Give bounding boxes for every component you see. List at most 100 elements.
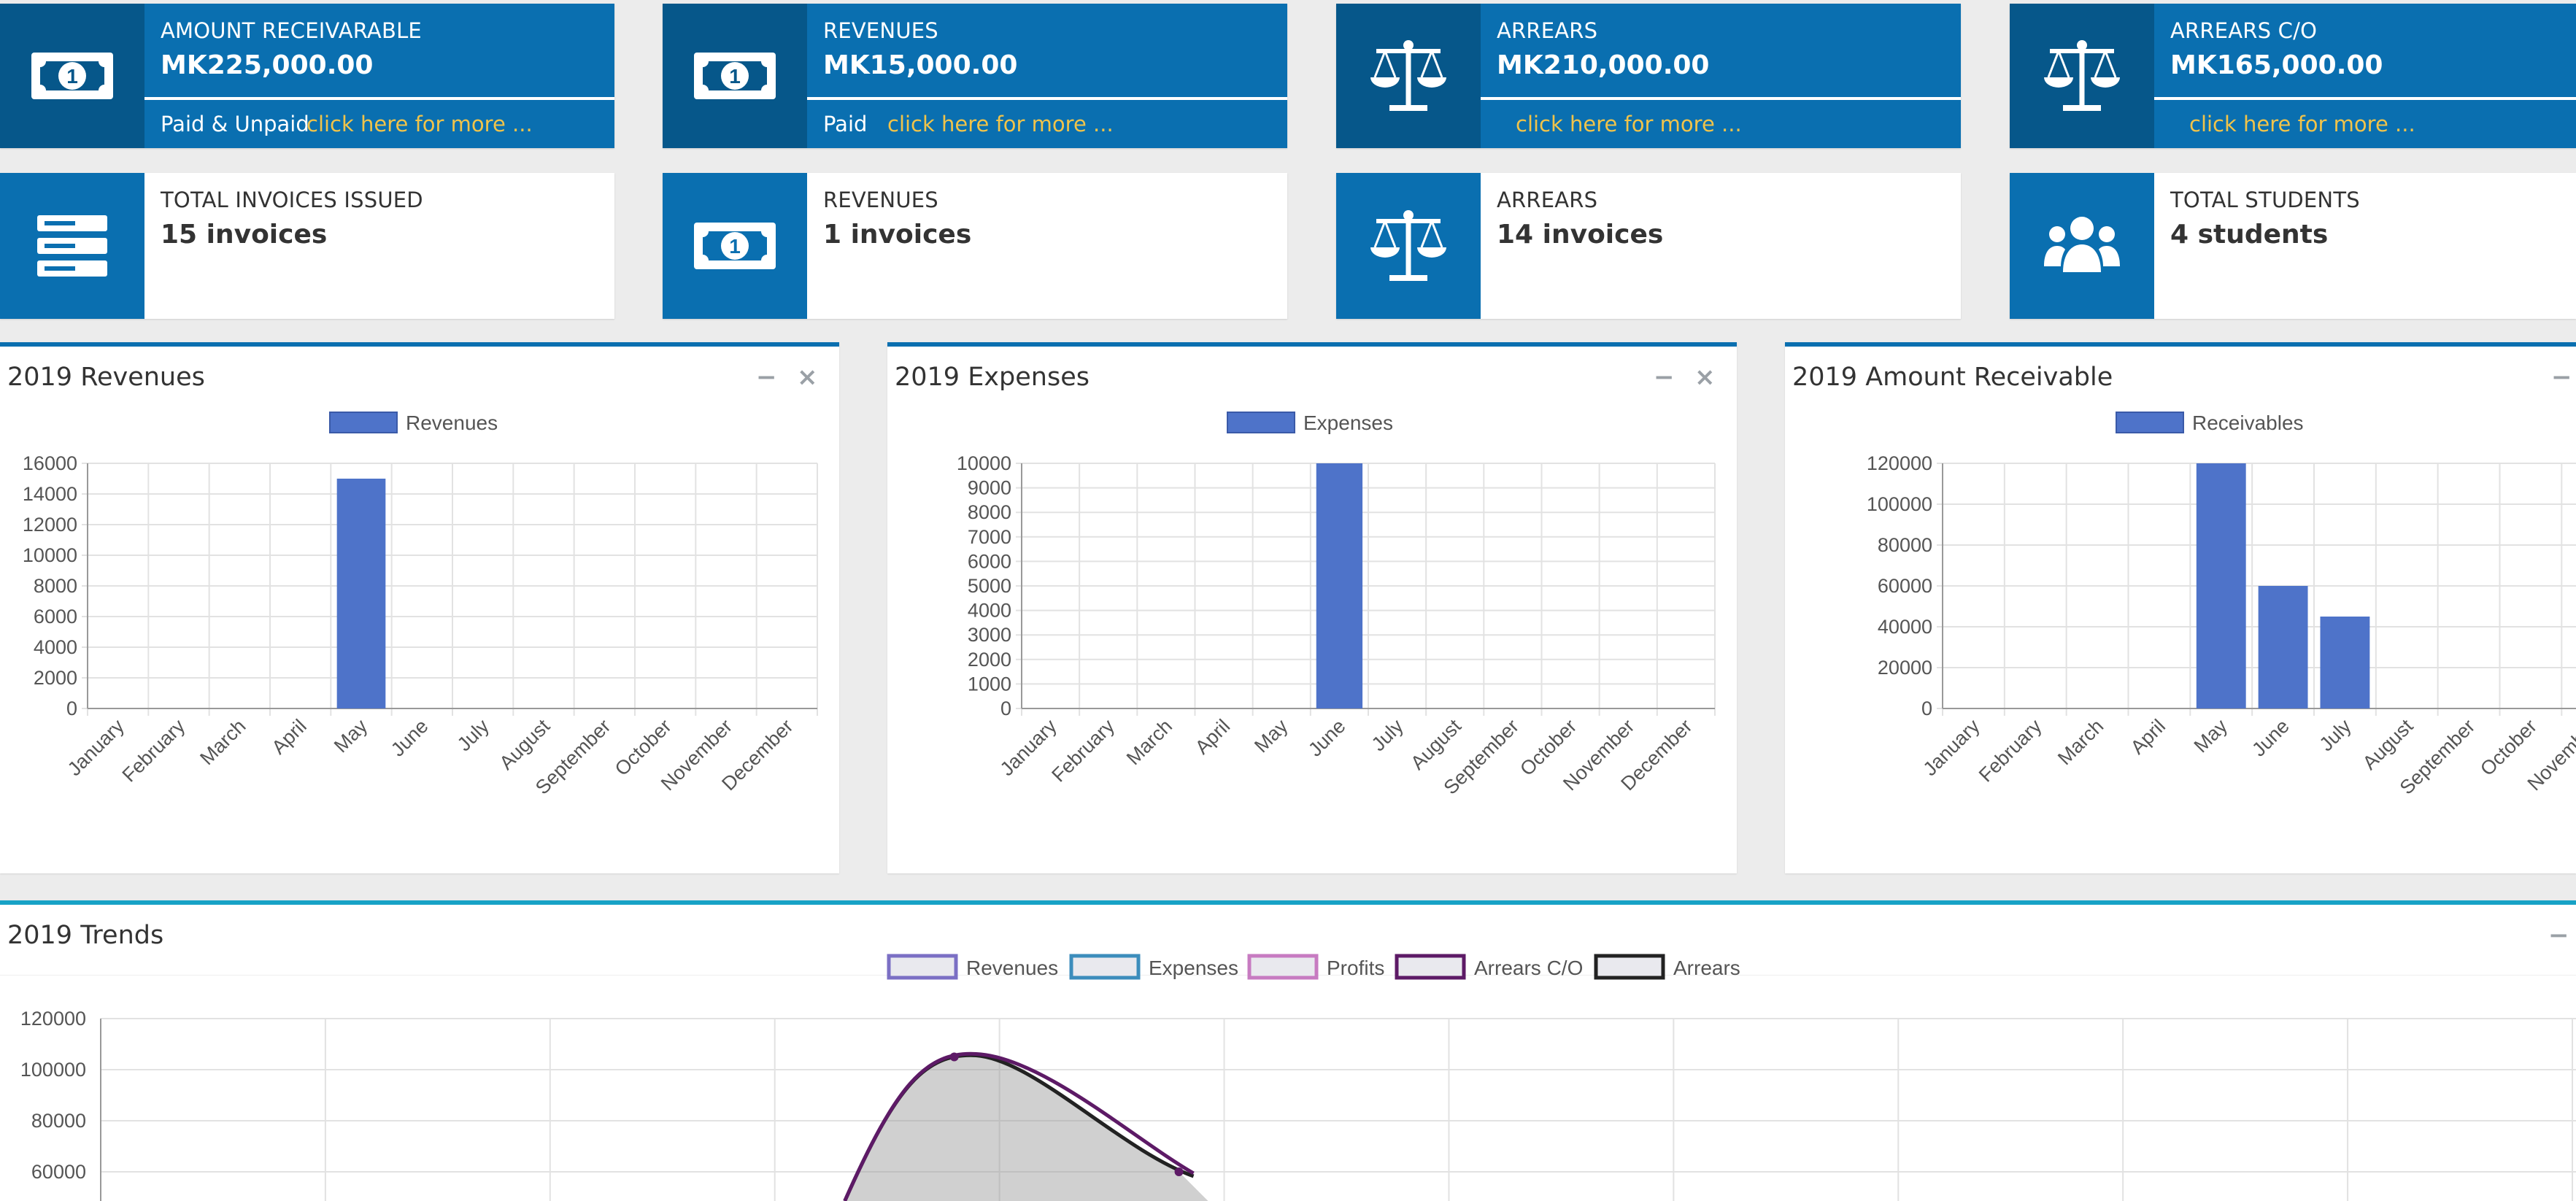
x-tick-label: May: [330, 715, 372, 757]
y-tick-label: 10000: [957, 452, 1011, 474]
info-box-value: 15 invoices: [161, 220, 328, 250]
y-tick-label: 12000: [23, 514, 77, 536]
bar-may: [2196, 463, 2246, 708]
svg-text:1: 1: [729, 235, 741, 258]
expenses-bar-chart: 0 10002000 30004000 5000 60007000 80009000 100…: [957, 412, 1716, 799]
panel-title: 2019 Revenues: [7, 363, 205, 392]
panel-title: 2019 Expenses: [895, 363, 1090, 392]
minimize-button[interactable]: −: [2548, 921, 2569, 950]
y-tick-label: 120000: [1867, 452, 1932, 474]
x-tick-label: April: [2126, 715, 2170, 758]
info-box-arrears: ARREARS MK210,000.00 click here for more…: [1336, 4, 1961, 148]
y-tick-label: 6000: [968, 550, 1011, 572]
y-tick-label: 60000: [31, 1161, 86, 1183]
x-tick-label: February: [118, 715, 190, 787]
x-tick-label: March: [196, 715, 250, 769]
y-tick-label: 120000: [20, 1008, 86, 1030]
more-info-link[interactable]: click here for more ...: [306, 112, 533, 136]
info-box-revenues: 1 REVENUES MK15,000.00 Paid click here f…: [663, 4, 1287, 148]
legend-swatch: [1395, 954, 1466, 980]
y-tick-label: 6000: [34, 606, 77, 627]
minimize-button[interactable]: −: [1654, 363, 1675, 392]
info-box-value: MK15,000.00: [823, 50, 1018, 80]
legend-label: Arrears C/O: [1474, 957, 1583, 979]
legend-swatch: [1247, 954, 1319, 980]
info-box-value: 1 invoices: [823, 220, 972, 250]
legend-label: Revenues: [966, 957, 1058, 979]
y-tick-label: 3000: [968, 624, 1011, 646]
x-tick-label: May: [1250, 715, 1292, 757]
x-tick-label: July: [453, 715, 494, 756]
y-tick-label: 1000: [968, 673, 1011, 695]
info-box-arrears-co: ARREARS C/O MK165,000.00 click here for …: [2010, 4, 2576, 148]
minimize-button[interactable]: −: [756, 363, 777, 392]
legend-swatch: [2116, 412, 2184, 433]
bar-june: [2258, 586, 2308, 708]
info-box-label: REVENUES: [823, 18, 938, 43]
info-box-label: TOTAL STUDENTS: [2170, 188, 2360, 212]
legend-swatch: [1069, 954, 1141, 980]
more-info-link[interactable]: click here for more ...: [1516, 112, 1742, 136]
x-tick-label: February: [1047, 715, 1119, 787]
info-box-label: ARREARS: [1497, 188, 1598, 212]
y-tick-label: 16000: [23, 452, 77, 474]
y-tick-label: 0: [1000, 698, 1011, 719]
panel-expenses: 2019 Expenses − × 0 1000 2000 3000 4000 5000 6…: [887, 342, 1737, 873]
legend-swatch: [1227, 412, 1295, 433]
panel-title: 2019 Amount Receivable: [1792, 363, 2113, 392]
panel-revenues: 2019 Revenues − × 0 2000 4000 6000 8000 10000…: [0, 342, 839, 873]
x-tick-label: July: [2315, 715, 2356, 756]
x-tick-label: April: [268, 715, 311, 758]
legend-label: Expenses: [1149, 957, 1238, 979]
divider: [2154, 97, 2576, 100]
close-button[interactable]: ×: [1694, 363, 1716, 392]
bar-july: [2320, 617, 2370, 708]
x-tick-label: March: [1122, 715, 1176, 769]
y-tick-label: 20000: [1878, 657, 1932, 679]
info-box-label: REVENUES: [823, 188, 938, 212]
y-tick-label: 10000: [23, 544, 77, 566]
legend-swatch: [329, 412, 398, 433]
bar-may: [336, 479, 386, 708]
y-tick-label: 2000: [34, 667, 77, 689]
more-info-link[interactable]: click here for more ...: [887, 112, 1114, 136]
balance-scale-icon: [1336, 4, 1481, 148]
y-tick-label: 9000: [968, 477, 1011, 499]
users-icon: [2010, 173, 2154, 319]
more-info-link[interactable]: click here for more ...: [2189, 112, 2415, 136]
legend-label: Arrears: [1673, 957, 1740, 979]
x-tick-label: June: [1304, 715, 1350, 761]
money-icon: 1: [0, 4, 144, 148]
x-tick-label: August: [495, 715, 555, 774]
y-tick-label: 60000: [1878, 575, 1932, 597]
y-tick-label: 14000: [23, 483, 77, 505]
x-tick-label: March: [2054, 715, 2108, 769]
x-tick-label: June: [2248, 715, 2294, 761]
info-box-label: ARREARS: [1497, 18, 1598, 43]
minimize-button[interactable]: −: [2551, 363, 2572, 392]
info-box-value: 4 students: [2170, 220, 2329, 250]
info-box-total-students: TOTAL STUDENTS 4 students: [2010, 173, 2576, 319]
trends-line-chart: Revenues Expenses Profits Arrears C/O Arrear…: [20, 954, 2576, 1201]
y-tick-label: 100000: [1867, 493, 1932, 515]
legend-label: Expenses: [1303, 412, 1393, 434]
balance-scale-icon: [2010, 4, 2154, 148]
info-box-value: MK210,000.00: [1497, 50, 1710, 80]
x-tick-label: February: [1975, 715, 2046, 787]
server-list-icon: [0, 173, 144, 319]
close-button[interactable]: ×: [797, 363, 818, 392]
y-tick-label: 80000: [1878, 534, 1932, 556]
y-tick-label: 40000: [1878, 616, 1932, 638]
data-point: [1174, 1167, 1184, 1176]
y-tick-label: 80000: [31, 1110, 86, 1132]
money-icon: 1: [663, 173, 807, 319]
x-tick-label: May: [2190, 715, 2232, 757]
info-box-tag: Paid & Unpaid: [161, 112, 309, 136]
revenues-bar-chart: 0200040006000800010000120001400016000Jan…: [23, 412, 818, 799]
info-box-value: 14 invoices: [1497, 220, 1664, 250]
y-tick-label: 4000: [968, 600, 1011, 622]
receivables-bar-chart: 020000400006000080000100000120000January…: [1867, 412, 2576, 799]
y-tick-label: 5000: [968, 575, 1011, 597]
y-tick-label: 4000: [34, 636, 77, 658]
legend-label: Profits: [1327, 957, 1384, 979]
